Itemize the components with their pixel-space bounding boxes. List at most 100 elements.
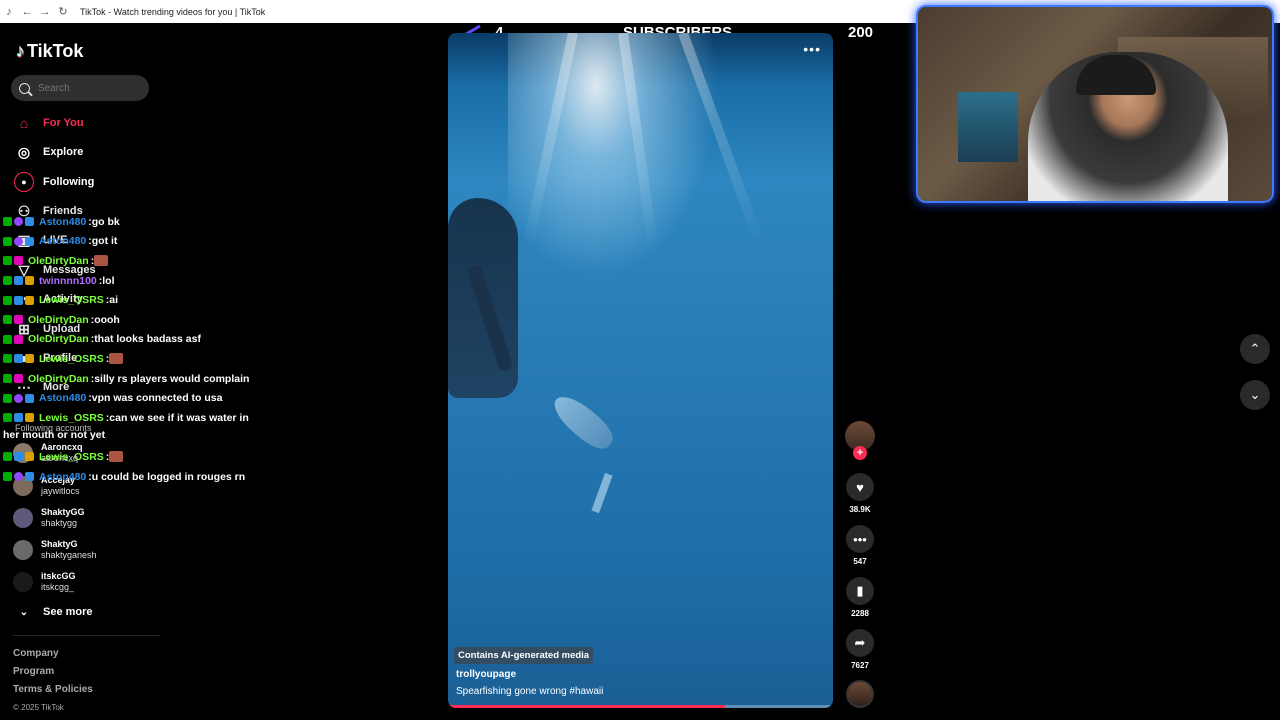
chat-badge-icon bbox=[14, 276, 23, 286]
chevron-up-icon: ⌃ bbox=[1249, 341, 1261, 356]
home-icon: ⌂ bbox=[19, 115, 29, 131]
divider bbox=[12, 635, 160, 636]
video-progress-bar[interactable] bbox=[448, 705, 833, 708]
chat-badge-icon bbox=[3, 413, 12, 423]
chat-badge-icon bbox=[3, 393, 12, 403]
chat-message: Aston480: got it bbox=[0, 232, 280, 252]
music-disc-icon[interactable] bbox=[846, 680, 874, 708]
search-box[interactable] bbox=[11, 75, 149, 101]
chat-badge-icon bbox=[14, 452, 23, 462]
search-input[interactable] bbox=[38, 82, 138, 94]
footer-program-link[interactable]: Program bbox=[13, 666, 54, 677]
marlin-bill bbox=[591, 472, 613, 514]
chat-username: Aston480 bbox=[39, 215, 87, 228]
chat-badge-icon bbox=[3, 217, 12, 227]
share-count: 7627 bbox=[851, 661, 869, 670]
chat-badge-icon bbox=[3, 354, 12, 364]
like-count: 38.9K bbox=[849, 505, 871, 514]
chat-badge-icon bbox=[25, 393, 34, 403]
following-avatar-icon: ● bbox=[14, 172, 34, 192]
footer-company-link[interactable]: Company bbox=[13, 648, 59, 659]
chat-badge-icon bbox=[14, 334, 23, 344]
chat-username: Lewis_OSRS bbox=[39, 294, 104, 307]
chat-badges bbox=[3, 236, 36, 246]
video-author[interactable]: trollyoupage bbox=[456, 669, 516, 680]
chat-badge-icon bbox=[3, 236, 12, 246]
chat-badge-icon bbox=[3, 295, 12, 305]
nav-explore[interactable]: ◎ Explore bbox=[14, 141, 83, 163]
chat-badge-icon bbox=[14, 315, 23, 325]
chat-text: that looks badass asf bbox=[94, 333, 201, 346]
chat-badges bbox=[3, 276, 36, 286]
account-item[interactable]: ShaktyG shaktyganesh bbox=[13, 536, 97, 564]
stream-chat-overlay: Aston480: go bk Aston480: got it OleDirtyD… bbox=[0, 212, 280, 486]
chat-message: OleDirtyDan: that looks badass asf bbox=[0, 330, 280, 350]
chat-badge-icon bbox=[14, 413, 23, 423]
chat-emote-icon bbox=[94, 255, 109, 267]
chat-username: OleDirtyDan bbox=[28, 372, 89, 385]
account-item[interactable]: itskcGG itskcgg_ bbox=[13, 568, 76, 596]
chat-badge-icon bbox=[25, 472, 34, 482]
chat-badge-icon bbox=[3, 374, 12, 384]
chat-username: OleDirtyDan bbox=[28, 254, 89, 267]
chat-username: Aston480 bbox=[39, 392, 87, 405]
video-progress-fill bbox=[448, 705, 726, 708]
bookmark-icon[interactable]: ▮ bbox=[846, 577, 874, 605]
chat-badge-icon bbox=[14, 393, 23, 403]
avatar bbox=[13, 540, 33, 560]
copyright: © 2025 TikTok bbox=[13, 703, 64, 712]
chat-badges bbox=[3, 334, 25, 344]
comment-icon[interactable]: ••• bbox=[846, 525, 874, 553]
chat-text: ai bbox=[109, 294, 119, 307]
see-more-button[interactable]: ⌄ See more bbox=[14, 601, 93, 623]
nav-for-you[interactable]: ⌂ For You bbox=[14, 112, 84, 134]
back-icon[interactable]: ← bbox=[18, 0, 36, 23]
chat-message: twinnnn100: lol bbox=[0, 271, 280, 291]
tiktok-logo[interactable]: ♪ TikTok bbox=[16, 41, 83, 62]
reload-icon[interactable]: ↻ bbox=[54, 0, 72, 23]
tab-title: TikTok - Watch trending videos for you |… bbox=[80, 6, 266, 17]
chat-message: Lewis_OSRS: bbox=[0, 349, 280, 369]
ai-generated-label: Contains AI-generated media bbox=[454, 647, 594, 664]
chat-username: Lewis_OSRS bbox=[39, 450, 104, 463]
chat-badge-icon bbox=[25, 217, 34, 227]
chat-badges bbox=[3, 354, 36, 364]
next-video-button[interactable]: ⌄ bbox=[1240, 380, 1270, 410]
chat-badge-icon bbox=[3, 472, 12, 482]
chat-username: OleDirtyDan bbox=[28, 333, 89, 346]
chat-message: OleDirtyDan: silly rs players would comp… bbox=[0, 369, 280, 389]
video-player[interactable]: ••• Contains AI-generated media trollyou… bbox=[448, 33, 833, 708]
comment-action[interactable]: ••• 547 bbox=[845, 525, 875, 566]
follow-plus-icon[interactable]: + bbox=[853, 446, 867, 460]
forward-icon[interactable]: → bbox=[36, 0, 54, 23]
share-icon[interactable]: ➦ bbox=[846, 629, 874, 657]
chat-message: Aston480: go bk bbox=[0, 212, 280, 232]
chat-badge-icon bbox=[25, 354, 34, 364]
previous-video-button[interactable]: ⌃ bbox=[1240, 334, 1270, 364]
chat-text: oooh bbox=[94, 313, 120, 326]
chat-badges bbox=[3, 315, 25, 325]
chevron-down-icon: ⌄ bbox=[1249, 387, 1261, 402]
save-action[interactable]: ▮ 2288 bbox=[845, 577, 875, 618]
chat-badges bbox=[3, 374, 25, 384]
chevron-down-icon: ⌄ bbox=[19, 606, 29, 618]
nav-following[interactable]: ● Following bbox=[14, 171, 94, 193]
chat-username: Aston480 bbox=[39, 235, 87, 248]
more-options-icon[interactable]: ••• bbox=[803, 41, 821, 57]
comment-count: 547 bbox=[853, 557, 867, 566]
chat-badge-icon bbox=[14, 354, 23, 364]
heart-icon[interactable]: ♥ bbox=[846, 473, 874, 501]
chat-badge-icon bbox=[3, 256, 12, 266]
footer-terms-link[interactable]: Terms & Policies bbox=[13, 684, 93, 695]
chat-message: OleDirtyDan: oooh bbox=[0, 310, 280, 330]
chat-badge-icon bbox=[3, 334, 12, 344]
tiktok-favicon-icon: ♪ bbox=[6, 5, 12, 18]
chat-text: silly rs players would complain bbox=[94, 372, 250, 385]
chat-badge-icon bbox=[25, 413, 34, 423]
share-action[interactable]: ➦ 7627 bbox=[845, 629, 875, 670]
chat-message: Lewis_OSRS: ai bbox=[0, 290, 280, 310]
chat-text: u could be logged in rouges rn bbox=[91, 470, 246, 483]
account-item[interactable]: ShaktyGG shaktygg bbox=[13, 504, 85, 532]
like-action[interactable]: ♥ 38.9K bbox=[845, 473, 875, 514]
chat-message: Lewis_OSRS: can we see if it was water i… bbox=[0, 408, 280, 428]
